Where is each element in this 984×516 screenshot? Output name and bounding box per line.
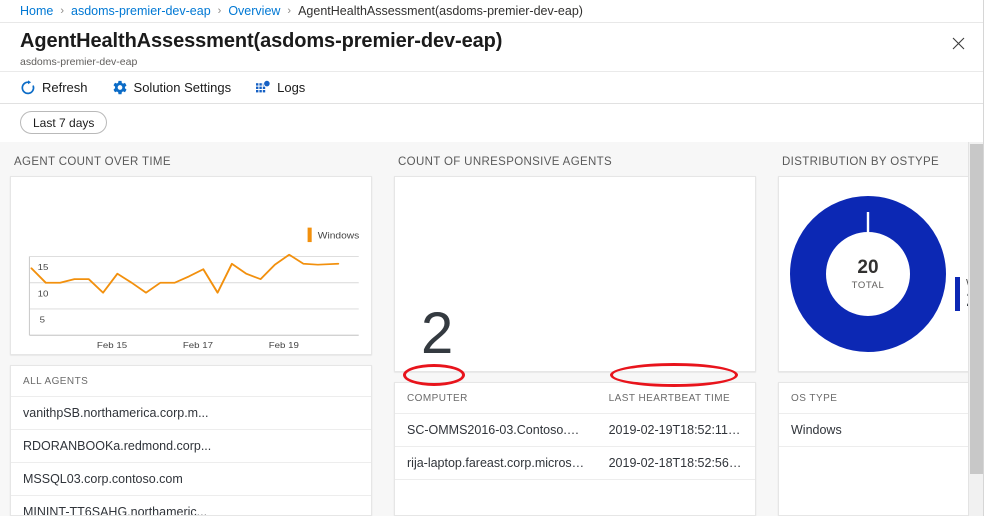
chart-yticks: 15 10 5	[38, 263, 49, 325]
table-header-row: COMPUTER LAST HEARTBEAT TIME	[395, 383, 755, 414]
svg-text:Feb 15: Feb 15	[97, 340, 127, 349]
panel-agent-count-over-time: AGENT COUNT OVER TIME 15 10 5 Feb 15 Feb…	[0, 142, 384, 516]
chart-legend: Windows	[307, 227, 360, 243]
table-row[interactable]: MSSQL03.corp.contoso.com	[11, 462, 371, 497]
table-row[interactable]: vanithpSB.northamerica.corp.m...	[11, 396, 371, 431]
chart-xticks: Feb 15 Feb 17 Feb 19	[97, 340, 299, 349]
panel-title-agent-count: AGENT COUNT OVER TIME	[14, 156, 171, 168]
table-row[interactable]: MININT-TT6SAHG.northameric...	[11, 495, 371, 516]
unresponsive-agents-table: COMPUTER LAST HEARTBEAT TIME SC-OMMS2016…	[395, 383, 755, 480]
agent-name-cell: MSSQL03.corp.contoso.com	[11, 462, 371, 497]
azure-portal-blade: Home › asdoms-premier-dev-eap › Overview…	[0, 0, 984, 516]
table-header-row: ALL AGENTS	[11, 366, 371, 398]
logs-label: Logs	[277, 80, 306, 95]
breadcrumb-item-overview[interactable]: Overview	[228, 4, 280, 18]
breadcrumb-separator-icon: ›	[217, 5, 222, 17]
all-agents-table-card: ALL AGENTS vanithpSB.northamerica.corp.m…	[10, 365, 372, 516]
refresh-label: Refresh	[42, 80, 88, 95]
svg-text:5: 5	[40, 315, 45, 324]
panel-title-unresponsive: COUNT OF UNRESPONSIVE AGENTS	[398, 156, 613, 168]
chart-gridlines	[28, 256, 359, 336]
table-row[interactable]: SC-OMMS2016-03.Contoso.Lo... 2019-02-19T…	[395, 413, 755, 447]
svg-text:10: 10	[38, 289, 49, 298]
column-header-os-type[interactable]: OS TYPE	[779, 383, 971, 414]
panel-title-ostype: DISTRIBUTION BY OSTYPE	[782, 156, 940, 168]
refresh-icon	[21, 79, 35, 94]
agent-count-chart-card[interactable]: 15 10 5 Feb 15 Feb 17 Feb 19 Windows	[10, 176, 372, 356]
breadcrumb-item-workspace[interactable]: asdoms-premier-dev-eap	[71, 4, 211, 18]
logs-grid-icon	[256, 79, 271, 92]
solution-settings-label: Solution Settings	[133, 80, 232, 95]
breadcrumb: Home › asdoms-premier-dev-eap › Overview…	[0, 0, 984, 23]
scrollbar-thumb[interactable]	[970, 144, 984, 474]
filter-bar: Last 7 days	[0, 104, 984, 141]
blade-header: AgentHealthAssessment(asdoms-premier-dev…	[0, 23, 984, 71]
command-bar: Refresh Solution Settings Logs	[0, 71, 984, 104]
gear-icon	[113, 80, 127, 94]
solution-settings-button[interactable]: Solution Settings	[110, 73, 234, 103]
panel-unresponsive-agents: COUNT OF UNRESPONSIVE AGENTS 2 COMPUTER …	[384, 142, 768, 516]
panel-distribution-by-ostype: DISTRIBUTION BY OSTYPE 20 TOTAL Wind	[768, 142, 984, 516]
refresh-button[interactable]: Refresh	[18, 73, 90, 103]
close-icon	[952, 37, 964, 49]
page-title: AgentHealthAssessment(asdoms-premier-dev…	[20, 30, 503, 52]
computer-name-cell: SC-OMMS2016-03.Contoso.Lo...	[395, 413, 597, 447]
page-subtitle: asdoms-premier-dev-eap	[20, 56, 138, 68]
table-row[interactable]: RDORANBOOKa.redmond.corp...	[11, 429, 371, 464]
svg-text:Feb 19: Feb 19	[269, 340, 299, 349]
ostype-donut-chart	[790, 196, 946, 352]
breadcrumb-separator-icon: ›	[287, 5, 292, 17]
svg-text:15: 15	[38, 263, 49, 272]
time-range-filter[interactable]: Last 7 days	[20, 111, 108, 134]
unresponsive-count-value: 2	[421, 301, 453, 366]
table-header-row: OS TYPE	[779, 383, 971, 414]
breadcrumb-item-current: AgentHealthAssessment(asdoms-premier-dev…	[298, 4, 583, 18]
agent-name-cell: RDORANBOOKa.redmond.corp...	[11, 429, 371, 464]
unresponsive-count-card[interactable]: 2	[394, 176, 756, 372]
computer-name-cell: rija-laptop.fareast.corp.microso...	[395, 446, 597, 480]
ostype-donut-card[interactable]: 20 TOTAL Wind 20	[778, 176, 972, 372]
all-agents-table: ALL AGENTS vanithpSB.northamerica.corp.m…	[11, 366, 371, 516]
heartbeat-time-cell: 2019-02-18T18:52:56.28Z	[596, 446, 755, 480]
close-button[interactable]	[940, 25, 976, 61]
agent-count-line-chart: 15 10 5 Feb 15 Feb 17 Feb 19 Windows	[28, 227, 360, 350]
table-row[interactable]: rija-laptop.fareast.corp.microso... 2019…	[395, 446, 755, 480]
vertical-scrollbar[interactable]	[968, 142, 984, 516]
agent-name-cell: vanithpSB.northamerica.corp.m...	[11, 396, 371, 431]
table-row[interactable]: Windows	[779, 413, 971, 447]
column-header-computer[interactable]: COMPUTER	[395, 383, 597, 414]
svg-text:Windows: Windows	[318, 231, 360, 241]
os-type-cell: Windows	[779, 413, 971, 447]
heartbeat-time-cell: 2019-02-19T18:52:11.133Z	[596, 413, 755, 447]
breadcrumb-item-home[interactable]: Home	[20, 4, 53, 18]
ostype-table-card: OS TYPE Windows	[778, 382, 972, 516]
svg-text:Feb 17: Feb 17	[183, 340, 213, 349]
column-header-last-heartbeat-time[interactable]: LAST HEARTBEAT TIME	[596, 383, 755, 414]
logs-button[interactable]: Logs	[253, 73, 307, 103]
dashboard-area: AGENT COUNT OVER TIME 15 10 5 Feb 15 Feb…	[0, 142, 984, 516]
donut-wrapper: 20 TOTAL Wind 20	[779, 177, 971, 371]
agent-name-cell: MININT-TT6SAHG.northameric...	[11, 495, 371, 516]
breadcrumb-separator-icon: ›	[60, 5, 65, 17]
ostype-table: OS TYPE Windows	[779, 383, 971, 447]
column-header-all-agents[interactable]: ALL AGENTS	[11, 366, 371, 398]
unresponsive-agents-table-card: COMPUTER LAST HEARTBEAT TIME SC-OMMS2016…	[394, 382, 756, 516]
legend-color-swatch	[955, 277, 960, 311]
chart-series-windows	[30, 253, 340, 294]
